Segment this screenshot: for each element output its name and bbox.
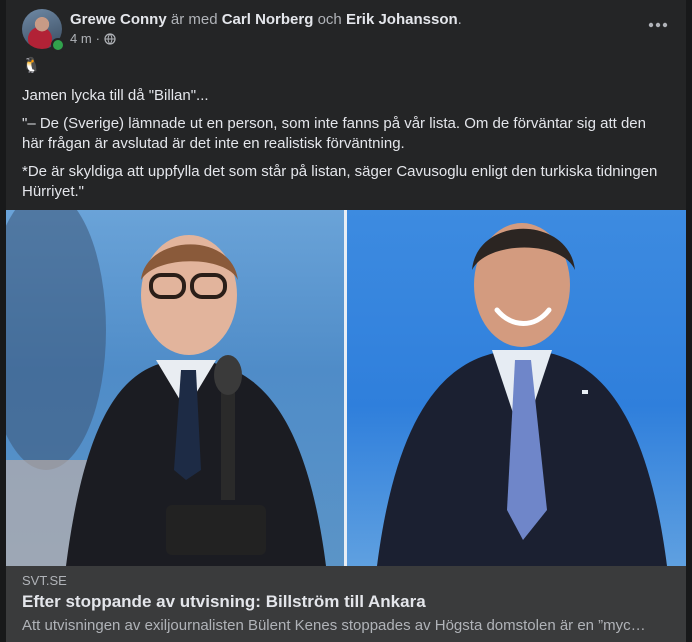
link-description: Att utvisningen av exiljournalisten Büle… bbox=[22, 617, 652, 634]
post-header: Grewe Conny är med Carl Norberg och Erik… bbox=[22, 9, 670, 53]
and-text: och bbox=[317, 11, 342, 28]
tagged-user-link-1[interactable]: Carl Norberg bbox=[222, 11, 314, 28]
post-meta: 4 m · bbox=[70, 31, 116, 46]
photo-right bbox=[347, 210, 686, 566]
meta-separator: · bbox=[95, 31, 101, 46]
photo-left bbox=[6, 210, 344, 566]
more-options-button[interactable] bbox=[640, 7, 676, 43]
link-preview-footer[interactable]: SVT.SE Efter stoppande av utvisning: Bil… bbox=[6, 566, 686, 642]
globe-icon bbox=[104, 32, 116, 45]
author-name-link[interactable]: Grewe Conny bbox=[70, 11, 167, 28]
post-paragraph: *De är skyldiga att uppfylla det som stå… bbox=[22, 163, 658, 200]
more-options-icon bbox=[648, 22, 668, 28]
link-domain: SVT.SE bbox=[22, 573, 67, 588]
tagged-user-link-2[interactable]: Erik Johansson bbox=[346, 11, 458, 28]
with-text: är med bbox=[170, 11, 218, 28]
post-paragraph: "– De (Sverige) lämnade ut en person, so… bbox=[22, 115, 646, 152]
post-card: Grewe Conny är med Carl Norberg och Erik… bbox=[6, 0, 686, 642]
period-text: . bbox=[457, 11, 462, 28]
post-text: 🐧 Jamen lycka till då "Billan"... "– De … bbox=[22, 56, 670, 210]
post-author-line: Grewe Conny är med Carl Norberg och Erik… bbox=[70, 11, 462, 29]
link-preview-image[interactable] bbox=[6, 210, 686, 566]
link-title[interactable]: Efter stoppande av utvisning: Billström … bbox=[22, 592, 426, 612]
post-timestamp-link[interactable]: 4 m bbox=[70, 31, 92, 46]
penguin-emoji: 🐧 bbox=[22, 57, 41, 74]
online-status-icon bbox=[51, 38, 65, 52]
post-paragraph: Jamen lycka till då "Billan"... bbox=[22, 87, 209, 104]
